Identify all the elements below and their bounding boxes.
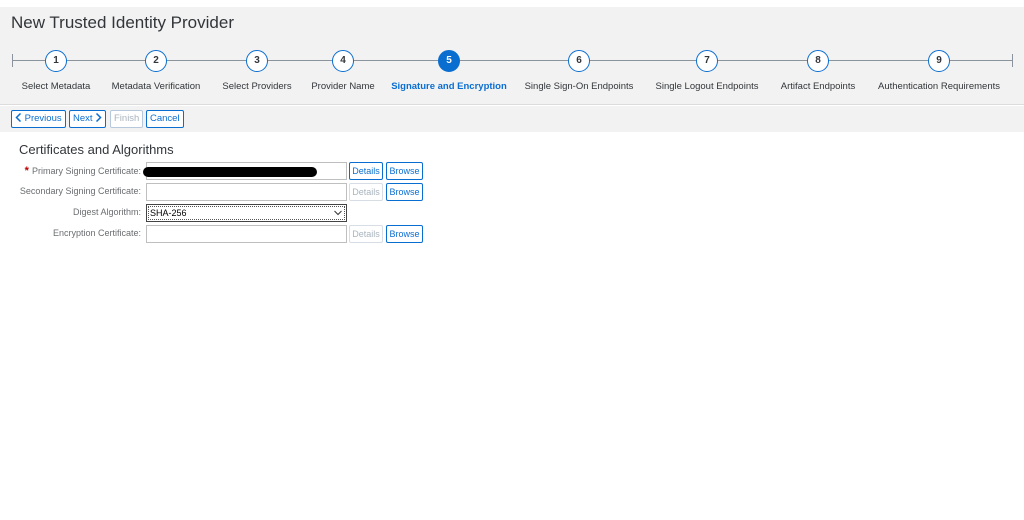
encryption-browse-button[interactable]: Browse (386, 225, 423, 243)
cancel-button[interactable]: Cancel (146, 110, 184, 128)
encryption-label: Encryption Certificate: (52, 228, 141, 238)
step-number: 4 (332, 50, 354, 72)
wizard-step-9[interactable]: 9 Authentication Requirements (859, 48, 1019, 92)
encryption-row: Encryption Certificate: Details Browse (0, 225, 440, 243)
next-label: Next (73, 113, 93, 124)
step-number: 7 (696, 50, 718, 72)
secondary-browse-button[interactable]: Browse (386, 183, 423, 201)
chevron-right-icon (96, 112, 102, 123)
secondary-details-button[interactable]: Details (349, 183, 383, 201)
previous-label: Previous (24, 113, 62, 124)
digest-algorithm-select[interactable]: SHA-256 (146, 204, 347, 222)
step-number: 1 (45, 50, 67, 72)
chevron-left-icon (15, 112, 22, 123)
redaction-mark (143, 167, 317, 177)
step-label: Authentication Requirements (878, 81, 1000, 92)
chevron-down-icon (334, 210, 342, 216)
encryption-field[interactable] (146, 225, 347, 243)
secondary-signing-label: Secondary Signing Certificate: (19, 186, 141, 196)
primary-signing-label-text: Primary Signing Certificate: (31, 166, 141, 176)
finish-button[interactable]: Finish (110, 110, 144, 128)
primary-signing-label: * Primary Signing Certificate: (0, 165, 141, 177)
primary-details-button[interactable]: Details (349, 162, 383, 180)
page-title: New Trusted Identity Provider (11, 13, 234, 32)
required-indicator: * (24, 165, 29, 177)
digest-algorithm-label: Digest Algorithm: (72, 207, 141, 217)
primary-signing-row: * Primary Signing Certificate: Details Br… (0, 162, 440, 180)
primary-signing-field[interactable] (143, 162, 347, 180)
digest-algorithm-row: Digest Algorithm: SHA-256 (0, 204, 440, 222)
primary-browse-button[interactable]: Browse (386, 162, 423, 180)
secondary-signing-field[interactable] (146, 183, 347, 201)
previous-button[interactable]: Previous (11, 110, 66, 128)
secondary-signing-row: Secondary Signing Certificate: Details B… (0, 183, 440, 201)
wizard-toolbar: Previous Next Finish Cancel (0, 106, 1024, 132)
step-number: 5 (438, 50, 460, 72)
step-number: 6 (568, 50, 590, 72)
wizard-progress: 1 Select Metadata 2 Metadata Verificatio… (0, 48, 1024, 92)
encryption-details-button[interactable]: Details (349, 225, 383, 243)
page-header: New Trusted Identity Provider 1 Select M… (0, 7, 1024, 105)
digest-algorithm-value: SHA-256 (150, 208, 187, 218)
step-number: 2 (145, 50, 167, 72)
section-title: Certificates and Algorithms (19, 142, 174, 157)
step-number: 9 (928, 50, 950, 72)
next-button[interactable]: Next (69, 110, 107, 128)
step-number: 8 (807, 50, 829, 72)
